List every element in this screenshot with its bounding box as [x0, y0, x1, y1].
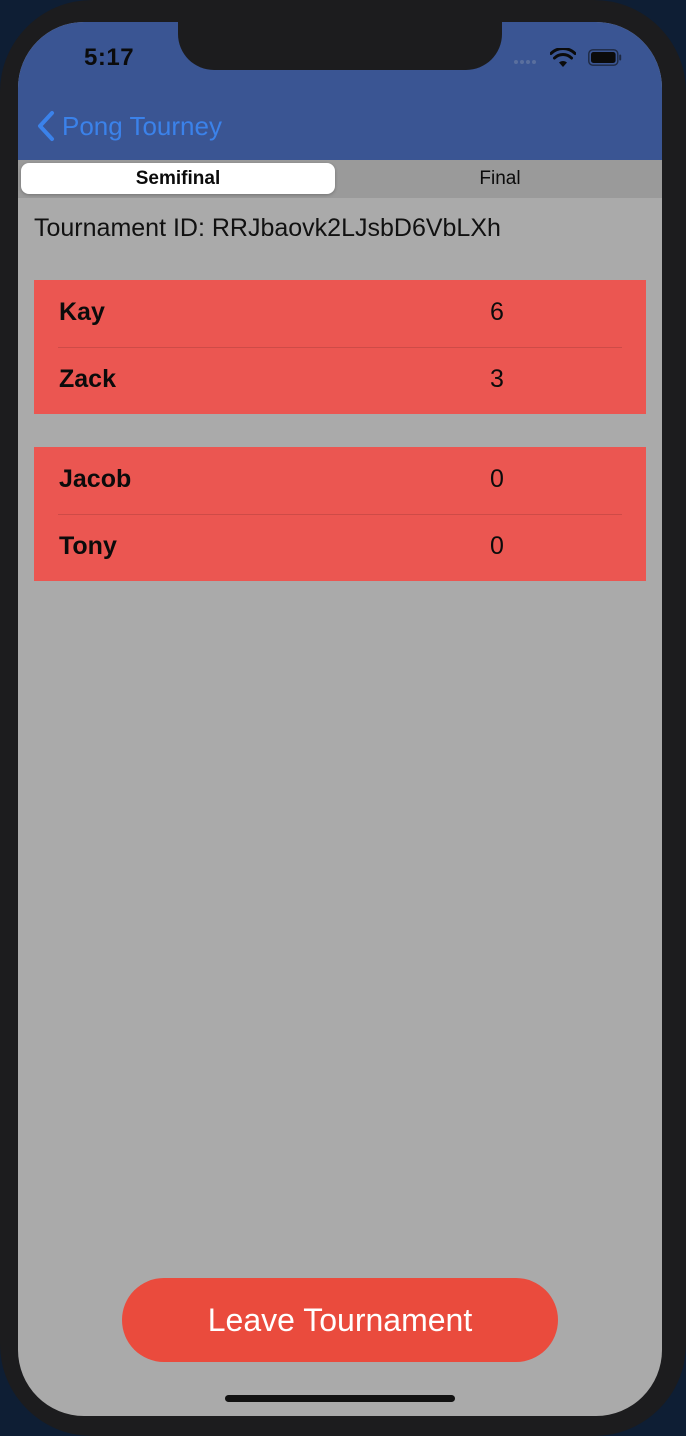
wifi-icon — [550, 48, 576, 67]
player-name: Tony — [59, 532, 117, 560]
navigation-bar: 5:17 Pong Tourney — [18, 22, 662, 160]
device-notch — [178, 22, 502, 70]
leave-tournament-button[interactable]: Leave Tournament — [122, 1278, 558, 1362]
player-name: Kay — [59, 298, 105, 326]
match-player-row: Jacob 0 — [34, 447, 646, 515]
home-indicator[interactable] — [225, 1395, 455, 1402]
back-button[interactable]: Pong Tourney — [36, 108, 222, 144]
round-segmented-control: Semifinal Final — [18, 160, 662, 198]
match-player-row: Zack 3 — [34, 347, 646, 414]
player-score: 6 — [490, 298, 504, 326]
match-card[interactable]: Jacob 0 Tony 0 — [34, 447, 646, 581]
chevron-left-icon — [38, 111, 54, 141]
match-card[interactable]: Kay 6 Zack 3 — [34, 280, 646, 414]
match-player-row: Kay 6 — [34, 280, 646, 348]
tab-final[interactable]: Final — [342, 163, 658, 194]
battery-icon — [588, 49, 622, 66]
tab-semifinal[interactable]: Semifinal — [21, 163, 335, 194]
match-player-row: Tony 0 — [34, 514, 646, 581]
device-frame: 5:17 Pong Tourney Semifinal Final Tourna… — [0, 0, 686, 1436]
cellular-signal-icon — [514, 60, 538, 64]
player-score: 0 — [490, 465, 504, 493]
tournament-id-label: Tournament ID: RRJbaovk2LJsbD6VbLXh — [34, 214, 501, 242]
player-name: Zack — [59, 365, 116, 393]
back-button-label: Pong Tourney — [62, 110, 222, 141]
player-score: 3 — [490, 365, 504, 393]
player-score: 0 — [490, 532, 504, 560]
player-name: Jacob — [59, 465, 132, 493]
status-time: 5:17 — [84, 44, 135, 71]
app-screen: 5:17 Pong Tourney Semifinal Final Tourna… — [18, 22, 662, 1416]
